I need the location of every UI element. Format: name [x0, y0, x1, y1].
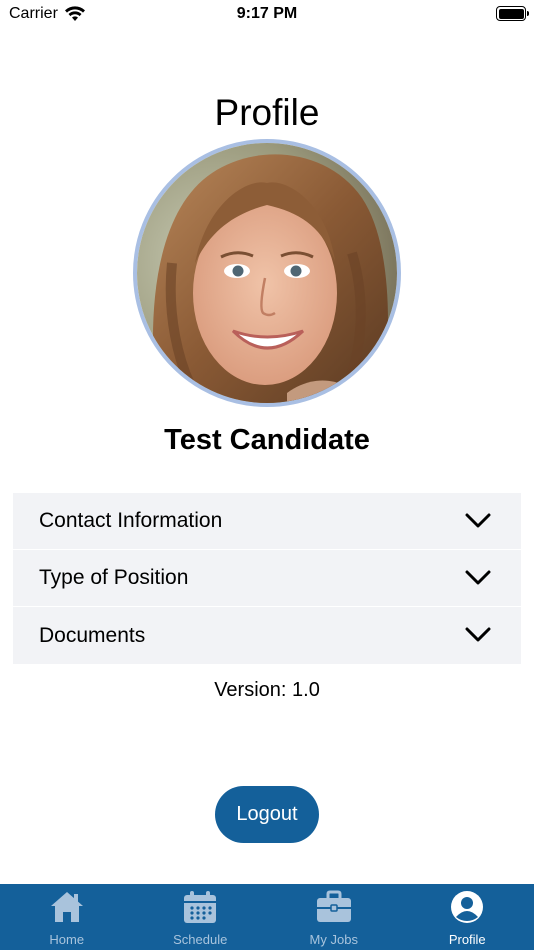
tab-bar: Home Schedule My Jobs Profile — [0, 884, 534, 950]
home-icon — [50, 892, 83, 922]
tab-label: Profile — [448, 932, 486, 947]
page-title: Profile — [214, 92, 320, 133]
user-photo — [137, 143, 397, 403]
tab-label: Home — [49, 932, 85, 947]
tab-profile[interactable]: Profile — [401, 884, 534, 950]
section-label: Documents — [39, 623, 146, 647]
avatar — [133, 139, 401, 407]
user-circle-icon — [451, 891, 484, 923]
tab-label: Schedule — [173, 932, 228, 947]
tab-label: My Jobs — [309, 932, 358, 947]
chevron-down-icon[interactable] — [465, 626, 491, 644]
logout-button[interactable]: Logout — [215, 786, 319, 843]
tab-schedule[interactable]: Schedule — [134, 884, 268, 950]
briefcase-icon — [316, 890, 351, 922]
calendar-icon — [184, 891, 217, 923]
chevron-down-icon[interactable] — [465, 512, 491, 530]
section-label: Contact Information — [39, 509, 223, 532]
battery-level — [498, 8, 524, 19]
tab-home[interactable]: Home — [0, 884, 134, 950]
profile-name: Test Candidate — [164, 424, 370, 456]
tab-my-jobs[interactable]: My Jobs — [267, 884, 401, 950]
section-label: Type of Position — [39, 566, 189, 589]
section-documents[interactable]: Documents — [13, 607, 521, 664]
version-label: Version: 1.0 — [214, 679, 320, 701]
section-contact-information[interactable]: Contact Information — [13, 493, 521, 550]
status-bar: Carrier 9:17 PM — [0, 0, 534, 28]
profile-sections: Contact Information Type of Position Doc… — [13, 493, 521, 664]
battery-icon — [496, 6, 529, 21]
profile-screen: Carrier 9:17 PM Profile Test Candidate C… — [0, 0, 534, 950]
chevron-down-icon[interactable] — [465, 569, 491, 587]
section-type-of-position[interactable]: Type of Position — [13, 550, 521, 607]
status-time: 9:17 PM — [236, 5, 298, 22]
